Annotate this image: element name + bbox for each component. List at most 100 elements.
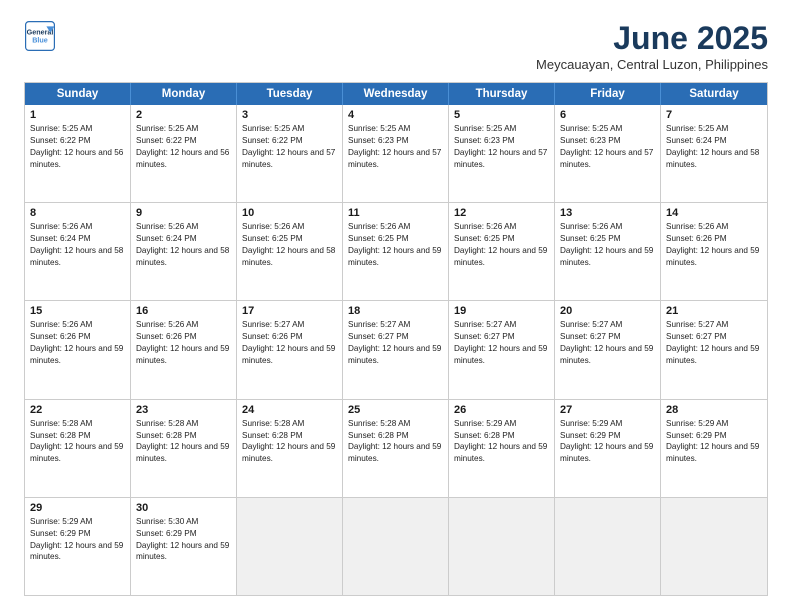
daylight-label: Daylight: 12 hours and 59 minutes. — [348, 245, 443, 269]
day-number: 7 — [666, 109, 762, 121]
calendar-cell-1-4: 4 Sunrise: 5:25 AM Sunset: 6:23 PM Dayli… — [343, 105, 449, 202]
sunrise-line: Sunrise: 5:26 AM — [30, 319, 125, 331]
calendar-cell-2-3: 10 Sunrise: 5:26 AM Sunset: 6:25 PM Dayl… — [237, 203, 343, 300]
calendar-cell-2-5: 12 Sunrise: 5:26 AM Sunset: 6:25 PM Dayl… — [449, 203, 555, 300]
daylight-label: Daylight: 12 hours and 59 minutes. — [560, 245, 655, 269]
header-tuesday: Tuesday — [237, 83, 343, 105]
daylight-label: Daylight: 12 hours and 57 minutes. — [348, 147, 443, 171]
sunset-line: Sunset: 6:23 PM — [348, 135, 443, 147]
calendar-cell-3-6: 20 Sunrise: 5:27 AM Sunset: 6:27 PM Dayl… — [555, 301, 661, 398]
sunset-line: Sunset: 6:24 PM — [30, 233, 125, 245]
daylight-label: Daylight: 12 hours and 59 minutes. — [348, 441, 443, 465]
sunset-line: Sunset: 6:28 PM — [454, 430, 549, 442]
calendar-cell-4-5: 26 Sunrise: 5:29 AM Sunset: 6:28 PM Dayl… — [449, 400, 555, 497]
calendar-cell-1-3: 3 Sunrise: 5:25 AM Sunset: 6:22 PM Dayli… — [237, 105, 343, 202]
sunrise-line: Sunrise: 5:28 AM — [348, 418, 443, 430]
sunset-line: Sunset: 6:29 PM — [560, 430, 655, 442]
daylight-label: Daylight: 12 hours and 59 minutes. — [454, 343, 549, 367]
sunset-line: Sunset: 6:28 PM — [348, 430, 443, 442]
day-number: 28 — [666, 404, 762, 416]
sunset-line: Sunset: 6:28 PM — [30, 430, 125, 442]
calendar-body: 1 Sunrise: 5:25 AM Sunset: 6:22 PM Dayli… — [25, 105, 767, 595]
daylight-label: Daylight: 12 hours and 59 minutes. — [666, 343, 762, 367]
sunset-line: Sunset: 6:28 PM — [242, 430, 337, 442]
daylight-label: Daylight: 12 hours and 59 minutes. — [136, 343, 231, 367]
daylight-label: Daylight: 12 hours and 57 minutes. — [454, 147, 549, 171]
page-header: General Blue June 2025 Meycauayan, Centr… — [24, 20, 768, 72]
daylight-label: Daylight: 12 hours and 59 minutes. — [242, 441, 337, 465]
sunset-line: Sunset: 6:22 PM — [242, 135, 337, 147]
sunrise-line: Sunrise: 5:25 AM — [136, 123, 231, 135]
day-number: 9 — [136, 207, 231, 219]
calendar-cell-5-7 — [661, 498, 767, 595]
sunset-line: Sunset: 6:26 PM — [30, 331, 125, 343]
daylight-label: Daylight: 12 hours and 59 minutes. — [454, 245, 549, 269]
sunset-line: Sunset: 6:22 PM — [30, 135, 125, 147]
sunset-line: Sunset: 6:29 PM — [666, 430, 762, 442]
sunrise-line: Sunrise: 5:30 AM — [136, 516, 231, 528]
day-number: 8 — [30, 207, 125, 219]
sunset-line: Sunset: 6:25 PM — [560, 233, 655, 245]
sunrise-line: Sunrise: 5:26 AM — [136, 221, 231, 233]
sunrise-line: Sunrise: 5:25 AM — [454, 123, 549, 135]
daylight-label: Daylight: 12 hours and 57 minutes. — [242, 147, 337, 171]
calendar-cell-4-2: 23 Sunrise: 5:28 AM Sunset: 6:28 PM Dayl… — [131, 400, 237, 497]
daylight-label: Daylight: 12 hours and 59 minutes. — [560, 441, 655, 465]
day-number: 20 — [560, 305, 655, 317]
sunrise-line: Sunrise: 5:29 AM — [560, 418, 655, 430]
header-saturday: Saturday — [661, 83, 767, 105]
sunrise-line: Sunrise: 5:27 AM — [454, 319, 549, 331]
calendar-header: Sunday Monday Tuesday Wednesday Thursday… — [25, 83, 767, 105]
daylight-label: Daylight: 12 hours and 59 minutes. — [560, 343, 655, 367]
sunrise-line: Sunrise: 5:25 AM — [242, 123, 337, 135]
sunrise-line: Sunrise: 5:26 AM — [560, 221, 655, 233]
day-number: 23 — [136, 404, 231, 416]
daylight-label: Daylight: 12 hours and 59 minutes. — [30, 441, 125, 465]
sunrise-line: Sunrise: 5:25 AM — [348, 123, 443, 135]
day-number: 3 — [242, 109, 337, 121]
header-wednesday: Wednesday — [343, 83, 449, 105]
daylight-label: Daylight: 12 hours and 59 minutes. — [454, 441, 549, 465]
daylight-label: Daylight: 12 hours and 59 minutes. — [666, 441, 762, 465]
calendar-cell-1-6: 6 Sunrise: 5:25 AM Sunset: 6:23 PM Dayli… — [555, 105, 661, 202]
calendar-cell-5-2: 30 Sunrise: 5:30 AM Sunset: 6:29 PM Dayl… — [131, 498, 237, 595]
logo: General Blue — [24, 20, 56, 52]
calendar-cell-2-2: 9 Sunrise: 5:26 AM Sunset: 6:24 PM Dayli… — [131, 203, 237, 300]
day-number: 6 — [560, 109, 655, 121]
calendar-cell-2-4: 11 Sunrise: 5:26 AM Sunset: 6:25 PM Dayl… — [343, 203, 449, 300]
sunrise-line: Sunrise: 5:25 AM — [30, 123, 125, 135]
calendar-cell-4-1: 22 Sunrise: 5:28 AM Sunset: 6:28 PM Dayl… — [25, 400, 131, 497]
day-number: 21 — [666, 305, 762, 317]
day-number: 5 — [454, 109, 549, 121]
day-number: 16 — [136, 305, 231, 317]
sunset-line: Sunset: 6:26 PM — [136, 331, 231, 343]
sunset-line: Sunset: 6:27 PM — [560, 331, 655, 343]
sunset-line: Sunset: 6:25 PM — [242, 233, 337, 245]
calendar-cell-2-6: 13 Sunrise: 5:26 AM Sunset: 6:25 PM Dayl… — [555, 203, 661, 300]
day-number: 17 — [242, 305, 337, 317]
daylight-label: Daylight: 12 hours and 58 minutes. — [242, 245, 337, 269]
day-number: 14 — [666, 207, 762, 219]
daylight-label: Daylight: 12 hours and 59 minutes. — [30, 343, 125, 367]
day-number: 15 — [30, 305, 125, 317]
calendar-cell-5-1: 29 Sunrise: 5:29 AM Sunset: 6:29 PM Dayl… — [25, 498, 131, 595]
calendar-cell-4-6: 27 Sunrise: 5:29 AM Sunset: 6:29 PM Dayl… — [555, 400, 661, 497]
svg-text:Blue: Blue — [32, 35, 48, 44]
sunrise-line: Sunrise: 5:26 AM — [30, 221, 125, 233]
day-number: 22 — [30, 404, 125, 416]
sunrise-line: Sunrise: 5:29 AM — [666, 418, 762, 430]
daylight-label: Daylight: 12 hours and 58 minutes. — [136, 245, 231, 269]
sunrise-line: Sunrise: 5:25 AM — [560, 123, 655, 135]
sunrise-line: Sunrise: 5:27 AM — [666, 319, 762, 331]
location: Meycauayan, Central Luzon, Philippines — [536, 57, 768, 72]
daylight-label: Daylight: 12 hours and 59 minutes. — [30, 540, 125, 564]
calendar-row-5: 29 Sunrise: 5:29 AM Sunset: 6:29 PM Dayl… — [25, 497, 767, 595]
header-sunday: Sunday — [25, 83, 131, 105]
daylight-label: Daylight: 12 hours and 59 minutes. — [348, 343, 443, 367]
sunrise-line: Sunrise: 5:27 AM — [560, 319, 655, 331]
sunset-line: Sunset: 6:24 PM — [666, 135, 762, 147]
calendar-cell-1-1: 1 Sunrise: 5:25 AM Sunset: 6:22 PM Dayli… — [25, 105, 131, 202]
day-number: 27 — [560, 404, 655, 416]
calendar-cell-5-4 — [343, 498, 449, 595]
daylight-label: Daylight: 12 hours and 59 minutes. — [666, 245, 762, 269]
